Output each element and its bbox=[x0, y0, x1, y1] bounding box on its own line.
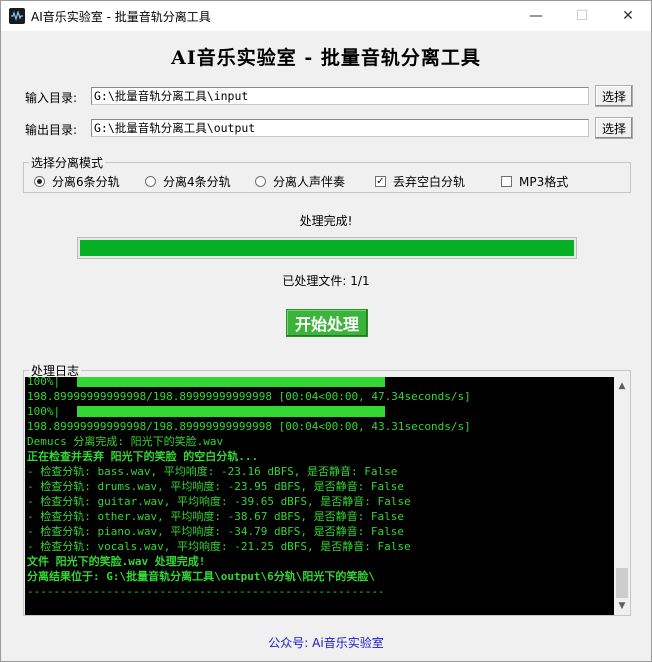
checkbox-discard-silent-box[interactable] bbox=[375, 176, 386, 187]
radio-vocals-accompaniment[interactable]: 分离人声伴奏 bbox=[255, 173, 345, 190]
log-line: 文件 阳光下的笑脸.wav 处理完成! bbox=[27, 555, 206, 568]
output-select-button[interactable]: 选择 bbox=[595, 117, 633, 139]
checkbox-discard-silent-label: 丢弃空白分轨 bbox=[393, 175, 466, 189]
page-title: AI音乐实验室 - 批量音轨分离工具 bbox=[171, 47, 481, 69]
log-line: 正在检查并丢弃 阳光下的笑脸 的空白分轨... bbox=[27, 450, 259, 463]
title-bar[interactable]: AI音乐实验室 - 批量音轨分离工具 — ☐ ✕ bbox=[1, 1, 651, 31]
close-button[interactable]: ✕ bbox=[605, 1, 651, 31]
output-dir-label: 输出目录: bbox=[25, 123, 78, 137]
app-waveform-icon bbox=[9, 8, 25, 24]
checkbox-mp3-box[interactable] bbox=[501, 176, 512, 187]
progress-fill bbox=[80, 240, 574, 256]
radio-4-stems-indicator[interactable] bbox=[145, 176, 156, 187]
radio-4-stems-label: 分离4条分轨 bbox=[163, 175, 231, 189]
log-progress-bar bbox=[77, 377, 385, 387]
app-window: AI音乐实验室 - 批量音轨分离工具 — ☐ ✕ AI音乐实验室 - 批量音轨分… bbox=[0, 0, 652, 662]
processed-count: 已处理文件: 1/1 bbox=[282, 274, 370, 288]
footer-credit: 公众号: Ai音乐实验室 bbox=[268, 636, 384, 650]
checkbox-mp3-label: MP3格式 bbox=[519, 175, 569, 189]
log-line: - 检查分轨: piano.wav, 平均响度: -34.79 dBFS, 是否… bbox=[27, 525, 405, 538]
log-line: ----------------------------------------… bbox=[27, 585, 385, 598]
log-line: 分离结果位于: G:\批量音轨分离工具\output\6分轨\阳光下的笑脸\ bbox=[27, 570, 375, 583]
radio-4-stems[interactable]: 分离4条分轨 bbox=[145, 173, 231, 190]
radio-vocals-accompaniment-label: 分离人声伴奏 bbox=[273, 175, 346, 189]
radio-6-stems-label: 分离6条分轨 bbox=[52, 175, 120, 189]
log-progress-bar bbox=[77, 406, 385, 417]
window-title: AI音乐实验室 - 批量音轨分离工具 bbox=[31, 9, 211, 24]
log-line: - 检查分轨: guitar.wav, 平均响度: -39.65 dBFS, 是… bbox=[27, 495, 411, 508]
window-controls: — ☐ ✕ bbox=[513, 1, 651, 31]
log-line: 198.89999999999998/198.89999999999998 [0… bbox=[27, 420, 471, 433]
input-dir-label: 输入目录: bbox=[25, 91, 78, 105]
output-dir-field[interactable]: G:\批量音轨分离工具\output bbox=[91, 119, 589, 137]
mode-group-legend: 选择分离模式 bbox=[29, 154, 106, 171]
minimize-button[interactable]: — bbox=[513, 1, 559, 31]
radio-6-stems[interactable]: 分离6条分轨 bbox=[34, 173, 120, 190]
log-line: Demucs 分离完成: 阳光下的笑脸.wav bbox=[27, 435, 224, 448]
log-line: - 检查分轨: other.wav, 平均响度: -38.67 dBFS, 是否… bbox=[27, 510, 405, 523]
maximize-button[interactable]: ☐ bbox=[559, 1, 605, 31]
scroll-down-icon[interactable]: ▼ bbox=[614, 598, 630, 614]
radio-6-stems-indicator[interactable] bbox=[34, 176, 45, 187]
log-line: 100%| bbox=[27, 377, 385, 389]
log-line: - 检查分轨: vocals.wav, 平均响度: -21.25 dBFS, 是… bbox=[27, 540, 411, 553]
log-line: 198.89999999999998/198.89999999999998 [0… bbox=[27, 390, 471, 403]
progress-bar bbox=[77, 237, 577, 259]
radio-vocals-accompaniment-indicator[interactable] bbox=[255, 176, 266, 187]
scroll-up-icon[interactable]: ▲ bbox=[614, 378, 630, 394]
input-dir-field[interactable]: G:\批量音轨分离工具\input bbox=[91, 87, 589, 105]
log-scrollbar[interactable]: ▲ ▼ bbox=[614, 377, 630, 615]
checkbox-mp3[interactable]: MP3格式 bbox=[501, 173, 568, 190]
checkbox-discard-silent[interactable]: 丢弃空白分轨 bbox=[375, 173, 465, 190]
log-output[interactable]: 100%| 198.89999999999998/198.899999999999… bbox=[25, 377, 614, 615]
log-line: 100%| bbox=[27, 404, 385, 419]
scroll-thumb[interactable] bbox=[616, 568, 628, 598]
log-line: - 检查分轨: drums.wav, 平均响度: -23.95 dBFS, 是否… bbox=[27, 480, 405, 493]
status-text: 处理完成! bbox=[299, 214, 353, 228]
log-line: - 检查分轨: bass.wav, 平均响度: -23.16 dBFS, 是否静… bbox=[27, 465, 398, 478]
input-select-button[interactable]: 选择 bbox=[595, 85, 633, 107]
start-button[interactable]: 开始处理 bbox=[286, 309, 368, 337]
